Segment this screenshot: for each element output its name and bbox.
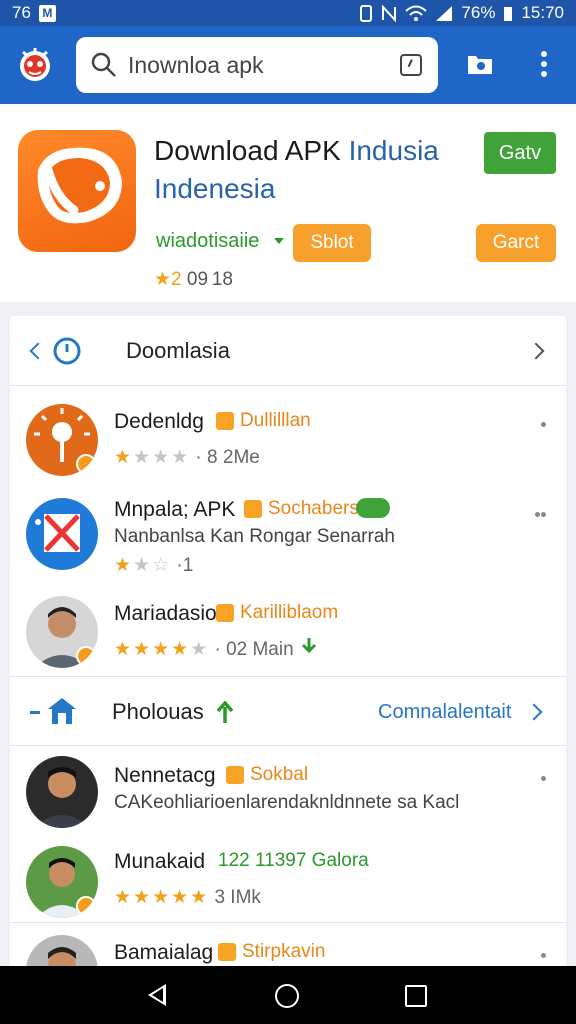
battery-percent: 76% xyxy=(461,3,496,22)
list-item[interactable]: Dedenldg Dullilllan ★★★★ · 8 2Me xyxy=(10,398,566,488)
home-icon xyxy=(48,698,76,724)
tag-icon xyxy=(216,412,234,430)
rating: ★★★★★ · 02 Main xyxy=(114,639,294,660)
rating: ★★★★ · 8 2Me xyxy=(114,447,260,468)
select-button[interactable]: Sblot xyxy=(293,224,371,262)
search-bar[interactable] xyxy=(76,37,438,93)
see-all-link[interactable]: Comnalalentait xyxy=(378,701,511,724)
rating: ★★★★★ 3 IMk xyxy=(114,887,261,908)
tag-icon xyxy=(244,500,262,518)
tag-icon xyxy=(226,766,244,784)
more-options-icon[interactable] xyxy=(530,48,558,80)
search-icon xyxy=(91,52,116,77)
app-bar xyxy=(0,26,576,104)
list-item[interactable]: Mariadasio Karilliblaom ★★★★★ · 02 Main xyxy=(10,592,566,678)
signal-icon xyxy=(436,5,453,21)
clock-icon xyxy=(53,337,81,365)
section-title: Doomlasia xyxy=(126,338,230,363)
list-item[interactable]: Mnpala; APK Sochabers Nanbanlsa Kan Rong… xyxy=(10,492,566,590)
notification-icon: M xyxy=(38,4,56,22)
status-time: 15:70 xyxy=(521,3,564,22)
tag-icon xyxy=(218,943,236,961)
app-header-card: Download APK Indusia Indenesia Gatv wiad… xyxy=(0,104,576,302)
vibrate-icon xyxy=(360,4,373,22)
chevron-down-icon[interactable] xyxy=(274,238,284,244)
install-button[interactable]: Gatv xyxy=(484,132,556,174)
section-header-pholouas[interactable]: Pholouas Comnalalentait xyxy=(10,676,566,746)
collapse-icon[interactable] xyxy=(30,711,40,714)
folder-icon[interactable] xyxy=(466,50,494,78)
back-chevron-icon[interactable] xyxy=(29,342,47,360)
navigation-bar xyxy=(0,966,576,1024)
home-button-icon[interactable] xyxy=(275,984,299,1008)
nfc-icon xyxy=(382,4,397,22)
battery-icon xyxy=(504,6,513,21)
download-icon xyxy=(301,638,317,654)
app-title: Download APK Indusia Indenesia xyxy=(154,135,439,204)
status-left-text: 76 xyxy=(12,3,31,22)
search-input[interactable] xyxy=(128,49,388,81)
tag-icon xyxy=(216,604,234,622)
recent-apps-icon[interactable] xyxy=(405,985,427,1007)
chevron-right-icon[interactable] xyxy=(525,703,543,721)
status-bar: 76 M 76% 15:70 xyxy=(0,0,576,26)
list-item[interactable]: Nennetacg Sokbal CAKeohliarioenlarendakn… xyxy=(10,752,566,838)
verified-icon xyxy=(356,498,390,518)
avatar xyxy=(26,846,98,918)
arrow-up-icon xyxy=(216,701,234,723)
developer-link[interactable]: wiadotisaiie xyxy=(156,230,259,253)
app-icon xyxy=(18,130,136,252)
avatar xyxy=(26,756,98,828)
edit-icon[interactable] xyxy=(400,54,422,76)
avatar xyxy=(26,404,98,476)
app-meta: ★2 09 18 xyxy=(154,269,233,290)
wifi-icon xyxy=(405,5,428,21)
app-list-card: Doomlasia Dedenldg Dullilllan ★★★★ · 8 2… xyxy=(10,316,566,976)
avatar xyxy=(26,498,98,570)
app-logo-icon[interactable] xyxy=(15,44,55,84)
get-button[interactable]: Garct xyxy=(476,224,556,262)
chevron-right-icon[interactable] xyxy=(527,342,545,360)
rating: ★★☆ ·1 xyxy=(114,555,194,576)
section-header-doomlasia[interactable]: Doomlasia xyxy=(10,316,566,386)
list-item[interactable]: Munakaid 122 11397 Galora ★★★★★ 3 IMk xyxy=(10,842,566,932)
avatar xyxy=(26,596,98,668)
